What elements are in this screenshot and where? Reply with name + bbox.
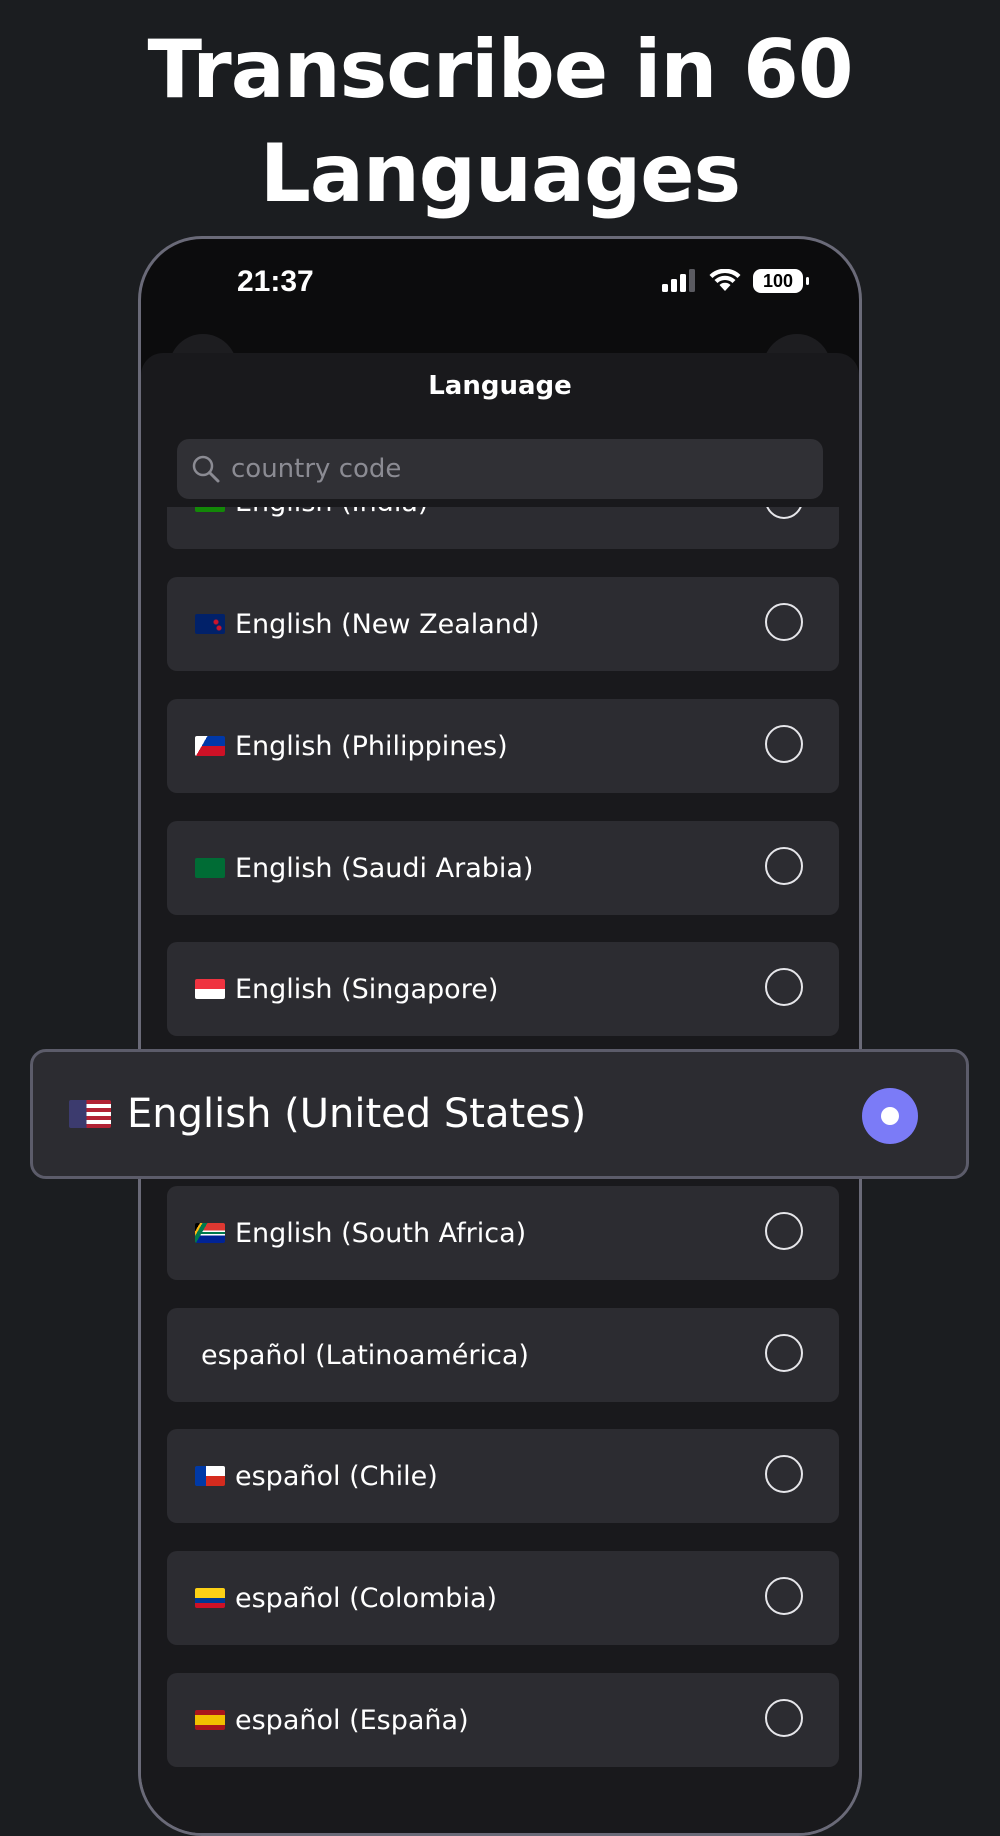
language-label: English (Singapore) [235, 973, 499, 1005]
radio-dot [881, 1107, 899, 1125]
search-bar[interactable] [177, 439, 823, 499]
united-states-flag-icon [69, 1100, 111, 1128]
radio-button[interactable] [765, 1699, 803, 1737]
language-row-english-singapore[interactable]: English (Singapore) [167, 942, 839, 1036]
language-label: español (Chile) [235, 1460, 438, 1492]
radio-button[interactable] [765, 725, 803, 763]
radio-button[interactable] [765, 968, 803, 1006]
search-icon [191, 454, 221, 484]
status-bar: 21:37 100 [141, 239, 859, 349]
status-icons: 100 [661, 269, 809, 293]
language-label: English (New Zealand) [235, 608, 540, 640]
wifi-icon [709, 269, 741, 293]
radio-button[interactable] [765, 507, 803, 519]
saudi-arabia-flag-icon [195, 858, 225, 878]
cellular-signal-icon [661, 269, 697, 293]
language-row-english-saudi-arabia[interactable]: English (Saudi Arabia) [167, 821, 839, 915]
india-flag-icon [195, 507, 225, 512]
status-time: 21:37 [237, 265, 314, 298]
language-label: español (Latinoamérica) [201, 1339, 529, 1371]
radio-button[interactable] [765, 1334, 803, 1372]
search-input[interactable] [229, 453, 793, 485]
singapore-flag-icon [195, 979, 225, 999]
radio-button[interactable] [765, 603, 803, 641]
language-label: español (Colombia) [235, 1582, 498, 1614]
language-label: English (South Africa) [235, 1217, 527, 1249]
language-row-english-philippines[interactable]: English (Philippines) [167, 699, 839, 793]
radio-button-selected[interactable] [862, 1088, 918, 1144]
philippines-flag-icon [195, 736, 225, 756]
phone-frame: 21:37 100 Language country code English … [138, 236, 862, 1836]
language-row-english-new-zealand[interactable]: English (New Zealand) [167, 577, 839, 671]
language-row-english-south-africa[interactable]: English (South Africa) [167, 1186, 839, 1280]
language-label: English (United States) [127, 1091, 587, 1137]
battery-icon: 100 [753, 269, 809, 293]
language-label: English (Philippines) [235, 730, 508, 762]
language-label: español (España) [235, 1704, 469, 1736]
language-label: English (Saudi Arabia) [235, 852, 534, 884]
headline: Transcribe in 60 Languages [147, 23, 853, 220]
radio-button[interactable] [765, 1455, 803, 1493]
new-zealand-flag-icon [195, 614, 225, 634]
radio-button[interactable] [765, 1212, 803, 1250]
chile-flag-icon [195, 1466, 225, 1486]
language-row-english-united-states-selected[interactable]: English (United States) [30, 1049, 969, 1179]
sheet-title: Language [428, 371, 572, 401]
language-row-espanol-latinoamerica[interactable]: español (Latinoamérica) [167, 1308, 839, 1402]
language-label: English (India) [235, 507, 428, 518]
south-africa-flag-icon [195, 1223, 225, 1243]
radio-button[interactable] [765, 1577, 803, 1615]
language-row-english-india[interactable]: English (India) [167, 507, 839, 549]
language-row-espanol-colombia[interactable]: español (Colombia) [167, 1551, 839, 1645]
radio-button[interactable] [765, 847, 803, 885]
colombia-flag-icon [195, 1588, 225, 1608]
spain-flag-icon [195, 1710, 225, 1730]
language-row-espanol-espana[interactable]: español (España) [167, 1673, 839, 1767]
language-row-espanol-chile[interactable]: español (Chile) [167, 1429, 839, 1523]
